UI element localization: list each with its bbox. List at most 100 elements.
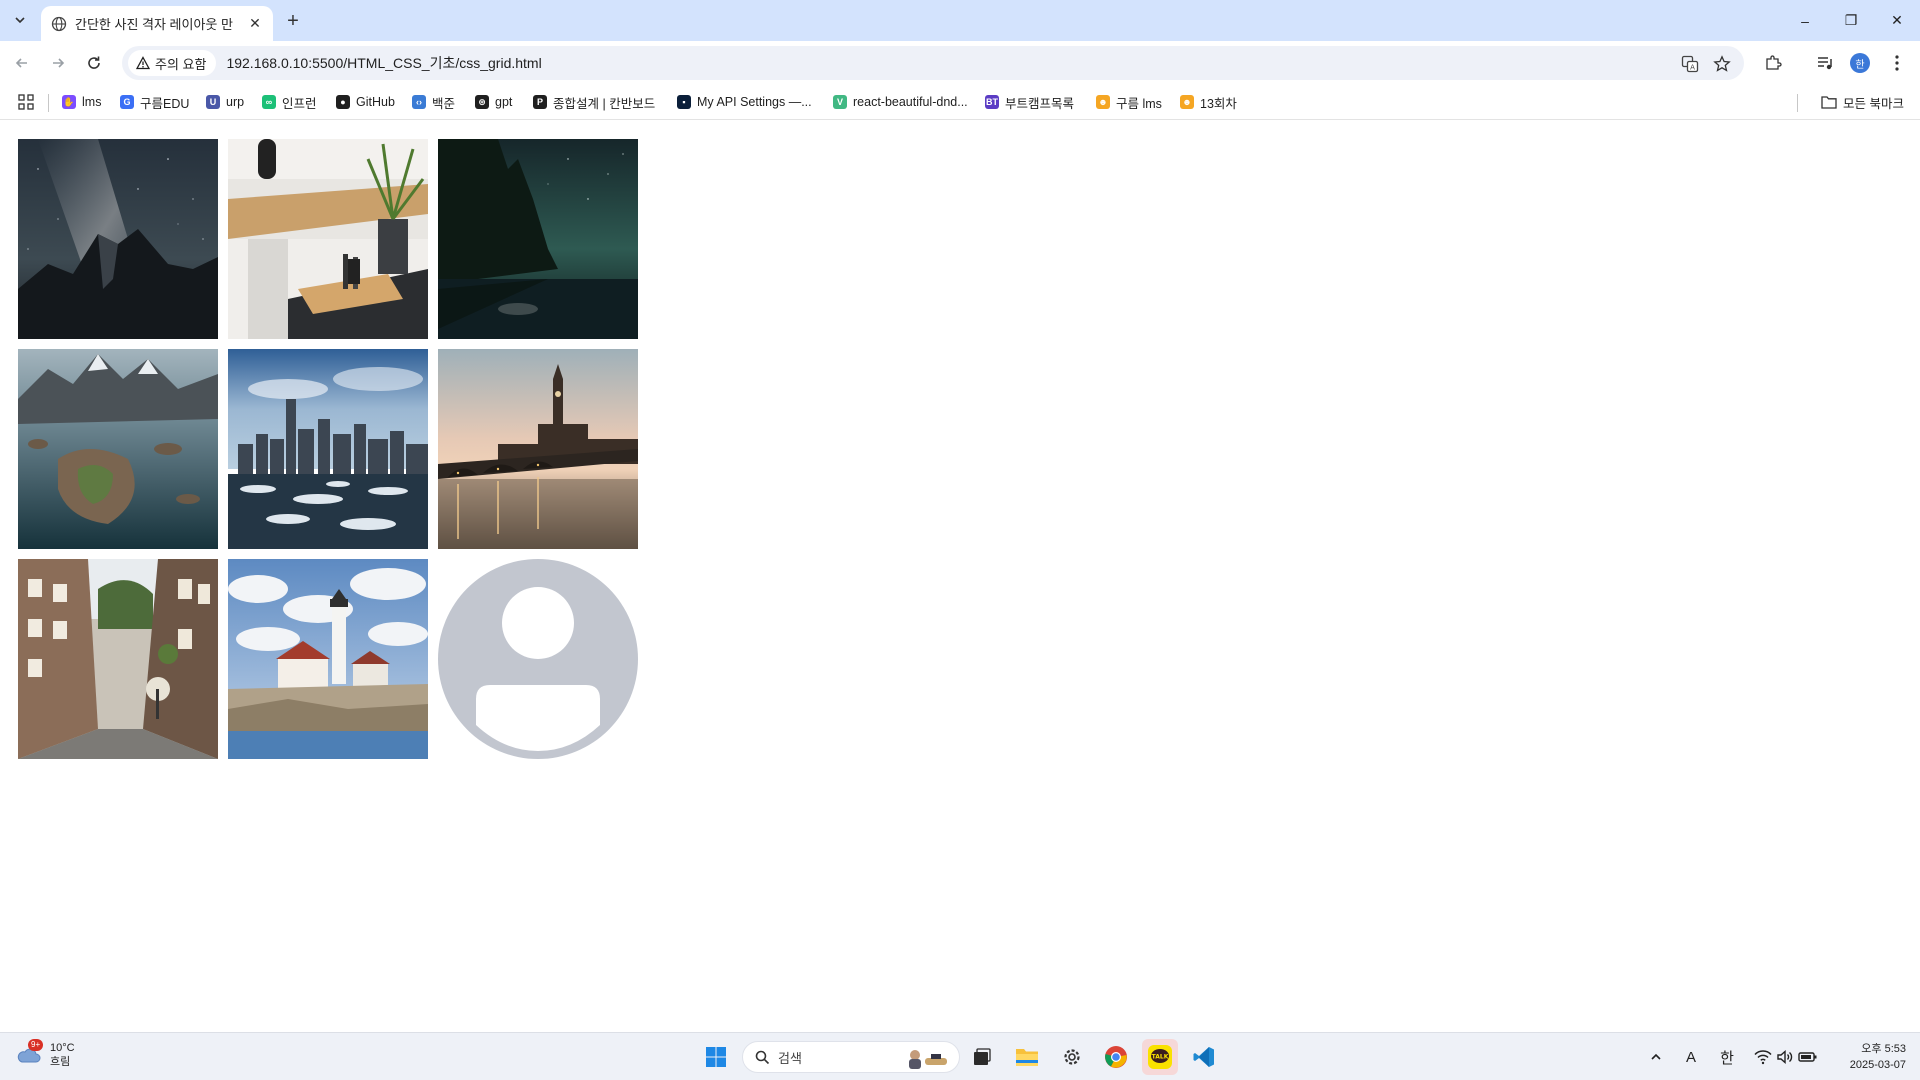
system-status-group[interactable] — [1754, 1047, 1818, 1067]
kebab-menu-icon — [1895, 55, 1899, 71]
wifi-icon — [1754, 1050, 1772, 1065]
lms-icon: ✋ — [62, 95, 76, 109]
bookmark-item[interactable]: ● GitHub — [336, 92, 395, 112]
ime-mode-indicator[interactable]: 한 — [1718, 1047, 1736, 1067]
window-close-button[interactable]: ✕ — [1874, 0, 1920, 41]
goorm-lms-icon-2: ☻ — [1180, 95, 1194, 109]
bookmark-label: 구름EDU — [140, 96, 190, 111]
windows-logo-icon — [706, 1047, 726, 1067]
chrome-icon — [1105, 1046, 1127, 1068]
extensions-button[interactable] — [1760, 50, 1786, 76]
tab-search-button[interactable] — [8, 8, 32, 32]
menu-button[interactable] — [1884, 50, 1910, 76]
translate-button[interactable]: A — [1680, 54, 1700, 74]
star-icon — [1713, 55, 1731, 72]
inflearn-icon: ∞ — [262, 95, 276, 109]
bookmark-star-button[interactable] — [1712, 54, 1732, 74]
arrow-left-icon — [15, 58, 27, 68]
clock-date: 2025-03-07 — [1849, 1059, 1906, 1071]
bookmark-item[interactable]: Vreact-beautiful-dnd... — [833, 92, 968, 112]
minimize-button[interactable]: – — [1782, 0, 1828, 41]
svg-text:TALK: TALK — [1152, 1054, 1169, 1061]
taskbar-search[interactable]: 검색 — [742, 1041, 960, 1073]
address-bar[interactable]: 주의 요함 192.168.0.10:5500/HTML_CSS_기초/css_… — [122, 46, 1744, 80]
chevron-up-icon — [1651, 1053, 1661, 1060]
tab-close-icon[interactable]: ✕ — [247, 15, 263, 32]
user-avatar-placeholder-icon — [438, 559, 638, 759]
security-chip-label: 주의 요함 — [155, 56, 207, 72]
playlist-icon — [1818, 57, 1832, 70]
profile-avatar[interactable]: 한 — [1850, 53, 1870, 73]
tray-overflow-button[interactable] — [1648, 1047, 1664, 1067]
island-village-aerial-image — [18, 349, 218, 549]
goorm-edu-icon: G — [120, 95, 134, 109]
bookmark-item[interactable]: ⊛ gpt — [475, 92, 512, 112]
new-tab-button[interactable]: + — [282, 10, 304, 32]
photo-milky-way-mountain — [18, 139, 218, 339]
input-language-indicator[interactable]: A — [1682, 1047, 1700, 1067]
bookmark-item[interactable]: ‹› 백준 — [412, 92, 455, 112]
weather-condition: 흐림 — [50, 1056, 71, 1068]
maximize-button[interactable]: ❐ — [1828, 0, 1874, 41]
bookmark-item[interactable]: ☻ 13회차 — [1180, 92, 1237, 112]
bookmark-item[interactable]: BT 부트캠프목록 — [985, 92, 1074, 112]
bookmark-item[interactable]: Uurp — [206, 92, 244, 112]
security-chip[interactable]: 주의 요함 — [128, 50, 217, 76]
bookmark-item[interactable]: P 종합설계 | 칸반보드 — [533, 92, 655, 112]
bookmark-label: 부트캠프목록 — [1005, 96, 1075, 111]
start-button[interactable] — [698, 1039, 734, 1075]
bookmark-item[interactable]: ☻ 구름 lms — [1096, 92, 1162, 112]
old-town-street-image — [18, 559, 218, 759]
photo-old-town-street — [18, 559, 218, 759]
url-text[interactable]: 192.168.0.10:5500/HTML_CSS_기초/css_grid.h… — [226, 53, 541, 73]
file-explorer-button[interactable] — [1009, 1039, 1045, 1075]
bookmarks-bar: ✋ lms G 구름EDU Uurp ∞ 인프런 ● GitHub ‹› 백준 ⊛ gpt P 종합설계 |… — [0, 84, 1920, 120]
reload-icon — [88, 56, 100, 69]
bookmark-item[interactable]: ∞ 인프런 — [262, 92, 317, 112]
bookmark-item[interactable]: ✋ lms — [62, 92, 101, 112]
gear-icon — [1064, 1049, 1080, 1065]
clock-time: 오후 5:53 — [1861, 1043, 1906, 1055]
lighthouse-coast-image — [228, 559, 428, 759]
project-icon: P — [533, 95, 547, 109]
back-button[interactable] — [8, 49, 36, 77]
bookmark-label: 종합설계 | 칸반보드 — [553, 96, 656, 111]
chrome-app-button[interactable] — [1098, 1039, 1134, 1075]
translate-icon: A — [1681, 55, 1699, 73]
vscode-app-button[interactable] — [1186, 1039, 1222, 1075]
bookmark-item[interactable]: G 구름EDU — [120, 92, 189, 112]
task-view-button[interactable] — [964, 1039, 1000, 1075]
kakaotalk-app-button[interactable]: TALK — [1142, 1039, 1178, 1075]
bookmark-label: 백준 — [432, 96, 456, 111]
search-highlight-icon — [909, 1050, 947, 1069]
bookmark-label: GitHub — [356, 95, 395, 109]
settings-app-button[interactable] — [1054, 1039, 1090, 1075]
reload-button[interactable] — [80, 49, 108, 77]
browser-toolbar: 주의 요함 192.168.0.10:5500/HTML_CSS_기초/css_… — [0, 41, 1920, 84]
weather-temp: 10°C — [50, 1042, 75, 1054]
all-bookmarks-button[interactable]: 모든 북마크 — [1821, 92, 1904, 112]
windows-taskbar: 9+ 10°C 흐림 검색 TALK A 한 오후 5:53 2025-03-0… — [0, 1032, 1920, 1080]
task-view-icon — [974, 1048, 991, 1065]
wooden-desk-plant-image — [228, 139, 428, 339]
active-tab[interactable]: 간단한 사진 격자 레이아웃 만 ✕ — [41, 6, 273, 41]
goorm-lms-icon: ☻ — [1096, 95, 1110, 109]
vscode-icon — [1193, 1047, 1214, 1067]
bookmark-label: react-beautiful-dnd... — [853, 95, 968, 109]
system-clock[interactable]: 오후 5:53 2025-03-07 — [1836, 1041, 1906, 1073]
media-controls-button[interactable] — [1812, 50, 1838, 76]
bootcamp-icon: BT — [985, 95, 999, 109]
bookmark-item[interactable]: ▪ My API Settings —... — [677, 92, 812, 112]
taskbar-search-placeholder: 검색 — [778, 1050, 802, 1066]
forward-button[interactable] — [44, 49, 72, 77]
svg-text:A: A — [1690, 64, 1695, 72]
bookmarks-divider — [48, 94, 49, 112]
apps-grid-icon[interactable] — [18, 94, 34, 110]
weather-widget[interactable]: 9+ 10°C 흐림 — [16, 1039, 75, 1069]
bookmark-label: 인프런 — [282, 96, 317, 111]
warning-triangle-icon — [136, 56, 150, 70]
tab-title: 간단한 사진 격자 레이아웃 만 — [75, 17, 233, 32]
photo-wooden-desk-plant — [228, 139, 428, 339]
baekjoon-icon: ‹› — [412, 95, 426, 109]
bookmark-label: 구름 lms — [1116, 96, 1162, 111]
